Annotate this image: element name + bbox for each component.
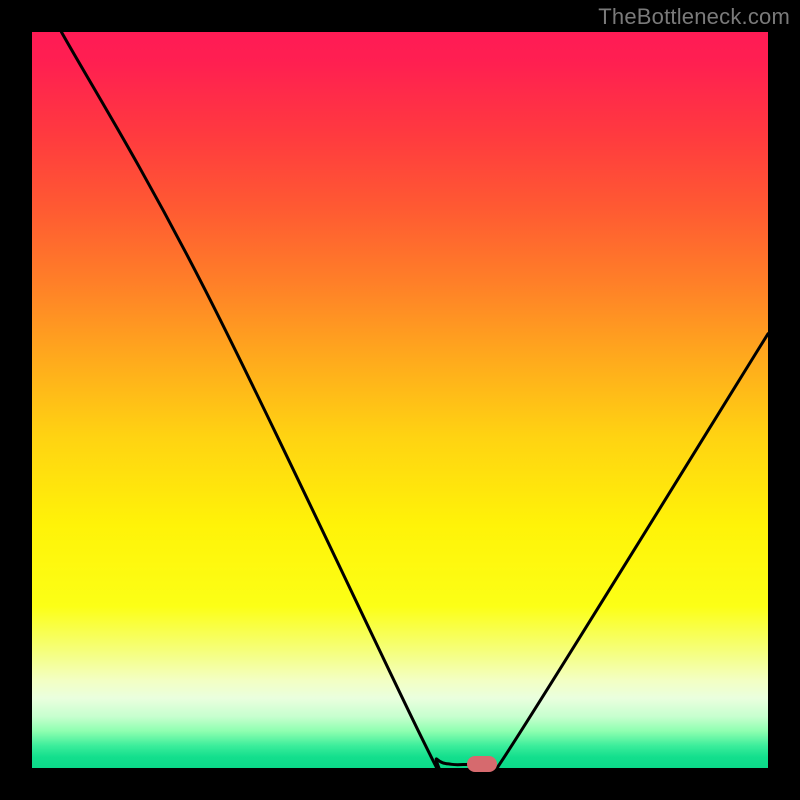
bottleneck-curve [32,32,768,768]
chart-frame: TheBottleneck.com [0,0,800,800]
optimal-marker [467,756,497,772]
plot-area [32,32,768,768]
watermark-label: TheBottleneck.com [598,4,790,30]
